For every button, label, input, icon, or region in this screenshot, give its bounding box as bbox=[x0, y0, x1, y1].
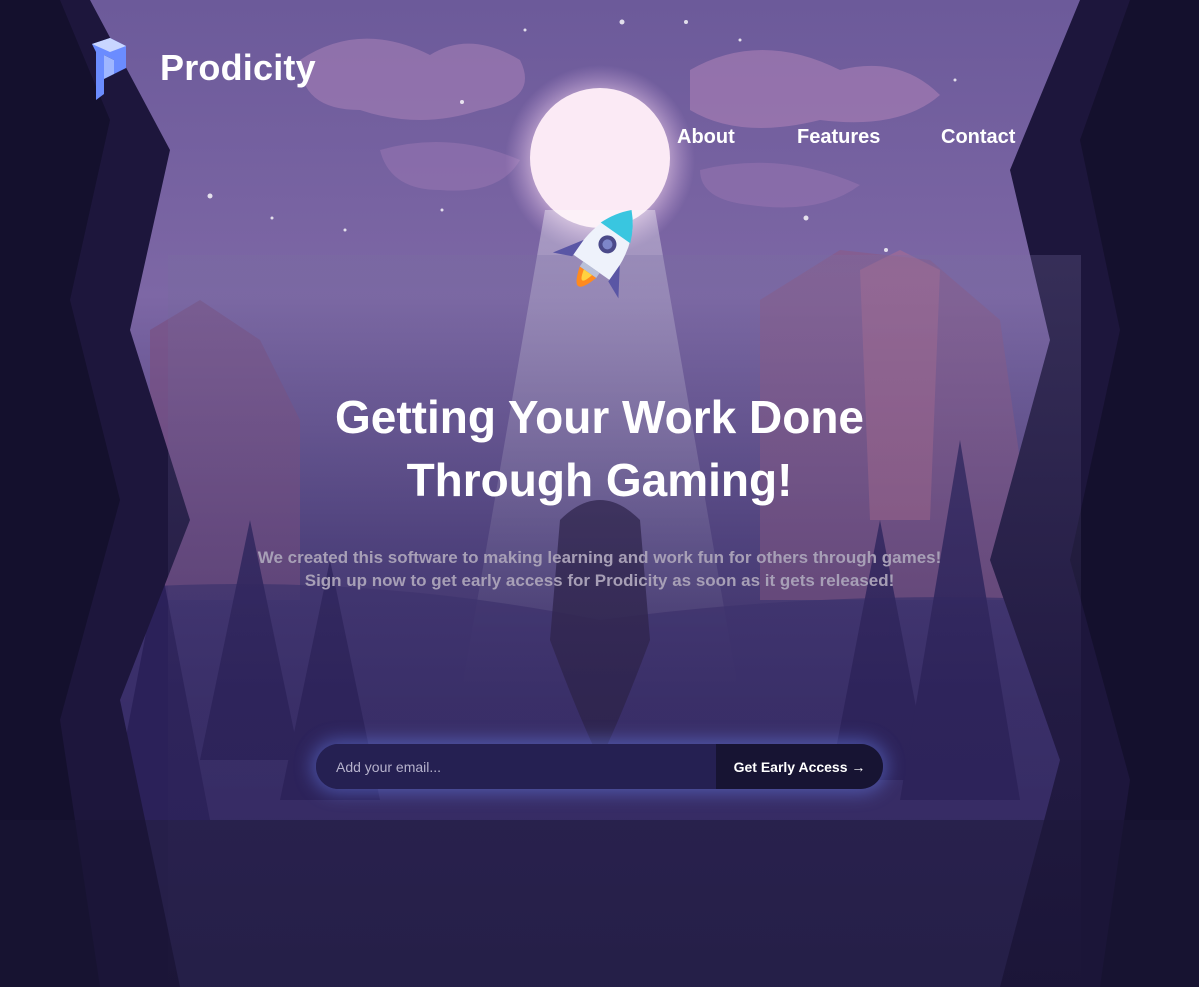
rocket-icon bbox=[552, 209, 633, 299]
hero-subtitle-line-2: Sign up now to get early access for Prod… bbox=[304, 571, 895, 590]
early-access-form: Get Early Access → bbox=[316, 744, 883, 789]
prodicity-logo-icon[interactable] bbox=[92, 38, 128, 100]
email-input[interactable] bbox=[316, 744, 716, 789]
get-early-access-button[interactable]: Get Early Access → bbox=[716, 744, 883, 789]
hero-headline-line-2: Through Gaming! bbox=[406, 454, 793, 506]
nav-link-contact[interactable]: Contact bbox=[941, 123, 1015, 151]
hero-overlay-panel bbox=[168, 255, 1081, 987]
nav-link-features[interactable]: Features bbox=[797, 123, 880, 151]
main-nav: About Features Contact bbox=[0, 123, 1199, 153]
brand-name[interactable]: Prodicity bbox=[160, 46, 316, 90]
nav-link-about[interactable]: About bbox=[677, 123, 735, 151]
hero-subtitle-line-1: We created this software to making learn… bbox=[257, 548, 942, 567]
hero-headline-line-1: Getting Your Work Done bbox=[334, 391, 865, 443]
hero-subtitle: We created this software to making learn… bbox=[0, 546, 1199, 592]
hero-headline: Getting Your Work Done Through Gaming! bbox=[0, 386, 1199, 512]
